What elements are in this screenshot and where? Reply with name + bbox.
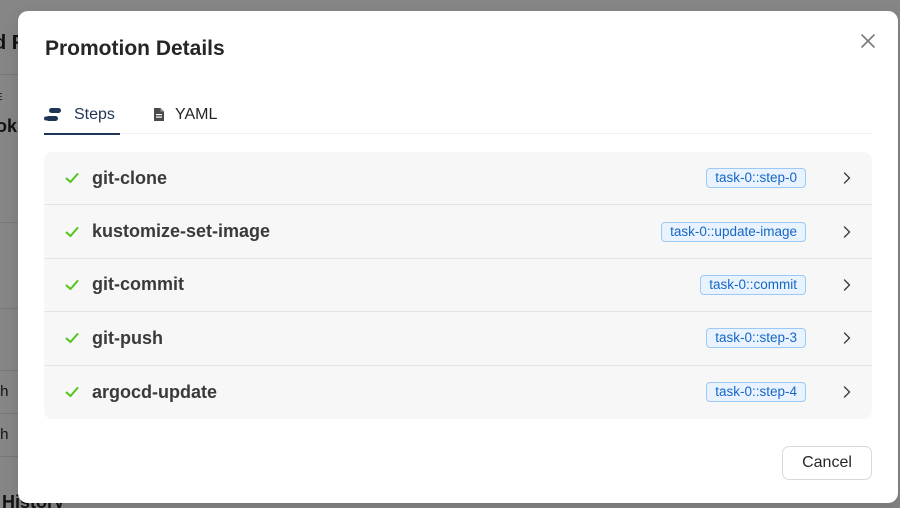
- step-alias-tag: task-0::commit: [700, 274, 806, 295]
- steps-list: git-clone task-0::step-0 kustomize-set-i…: [44, 152, 872, 419]
- chevron-right-icon: [843, 279, 851, 291]
- tab-bar: Steps YAML: [44, 95, 872, 135]
- check-icon: [65, 226, 79, 237]
- check-icon: [65, 333, 79, 344]
- chevron-right-icon: [843, 225, 851, 238]
- step-alias-tag: task-0::update-image: [661, 221, 806, 242]
- step-alias-tag: task-0::step-3: [706, 328, 806, 349]
- tab-yaml[interactable]: YAML: [153, 95, 217, 134]
- chevron-right-icon: [843, 332, 851, 345]
- step-name: argocd-update: [92, 381, 218, 402]
- step-name: git-commit: [92, 274, 184, 295]
- file-icon: [154, 108, 164, 121]
- step-row[interactable]: git-push task-0::step-3: [44, 312, 872, 366]
- steps-icon: [44, 107, 61, 121]
- step-alias-tag: task-0::step-4: [706, 382, 806, 403]
- step-name: git-clone: [92, 167, 167, 188]
- promotion-details-modal: Promotion Details Steps YAML git-clone t…: [18, 11, 898, 503]
- check-icon: [65, 173, 79, 184]
- active-tab-indicator: [44, 133, 120, 135]
- step-row[interactable]: kustomize-set-image task-0::update-image: [44, 205, 872, 259]
- close-icon: [861, 34, 875, 48]
- cancel-button[interactable]: Cancel: [782, 446, 872, 480]
- chevron-right-icon: [843, 172, 851, 184]
- tab-label: YAML: [175, 105, 218, 123]
- tab-steps[interactable]: Steps: [44, 95, 120, 135]
- check-icon: [65, 279, 79, 290]
- close-button[interactable]: [856, 29, 880, 53]
- chevron-right-icon: [843, 386, 851, 398]
- step-name: kustomize-set-image: [92, 221, 271, 242]
- check-icon: [65, 387, 79, 398]
- step-row[interactable]: git-clone task-0::step-0: [44, 152, 872, 206]
- tab-label: Steps: [74, 105, 115, 123]
- step-row[interactable]: argocd-update task-0::step-4: [44, 366, 872, 419]
- modal-title: Promotion Details: [45, 37, 225, 60]
- step-alias-tag: task-0::step-0: [706, 168, 806, 189]
- step-name: git-push: [92, 327, 163, 348]
- step-row[interactable]: git-commit task-0::commit: [44, 259, 872, 313]
